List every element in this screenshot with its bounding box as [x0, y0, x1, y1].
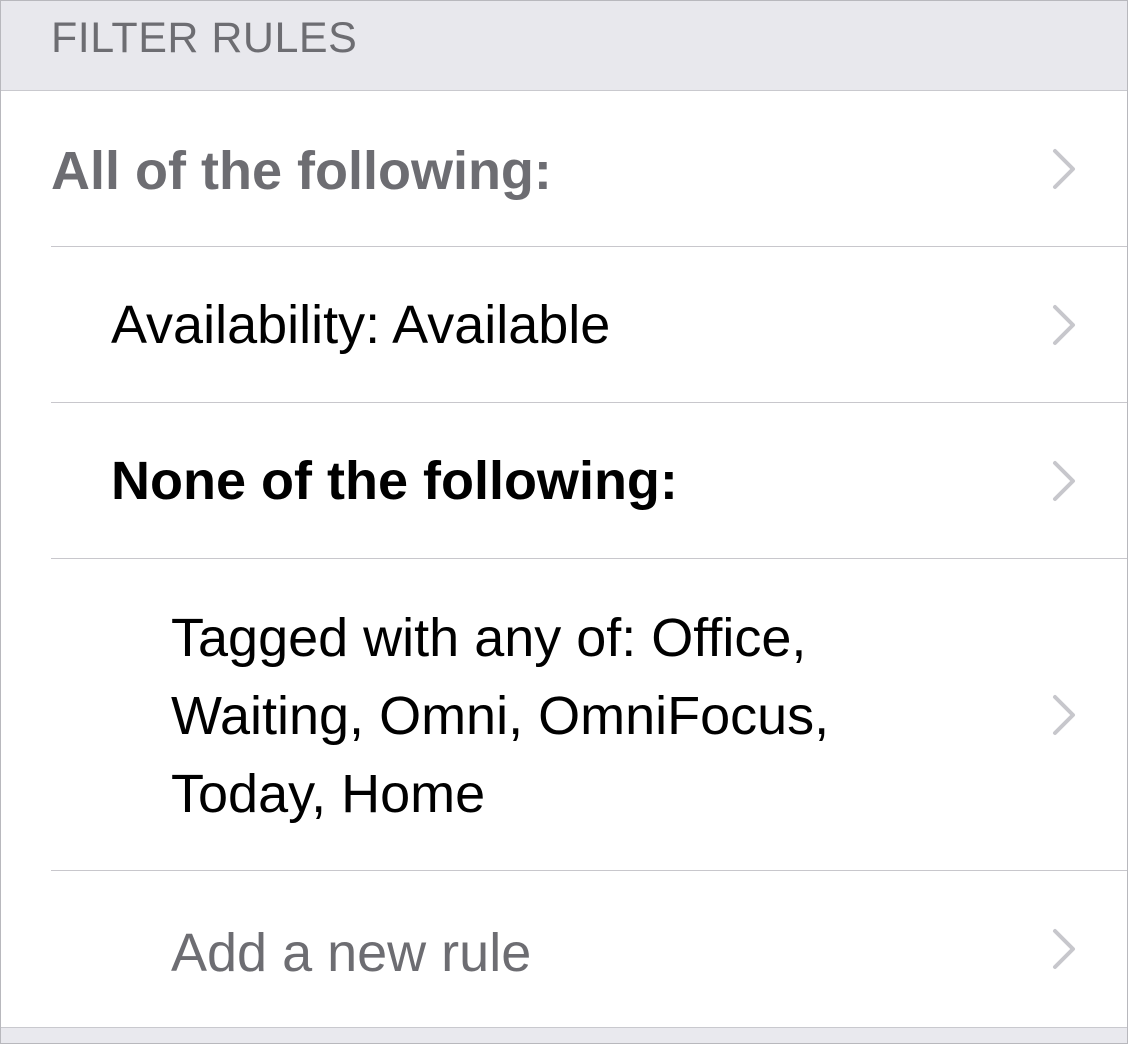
rule-label: None of the following: — [111, 451, 678, 511]
chevron-right-icon — [1053, 929, 1075, 969]
chevron-right-icon — [1053, 305, 1075, 345]
rule-label: Tagged with any of: Office, Waiting, Omn… — [171, 608, 830, 824]
section-header-title: FILTER RULES — [51, 14, 358, 62]
rule-row-availability[interactable]: Availability: Available — [1, 247, 1127, 403]
rule-label: Add a new rule — [171, 923, 532, 983]
filter-rules-list: All of the following: Availability: Avai… — [1, 91, 1127, 1028]
chevron-right-icon — [1053, 695, 1075, 735]
chevron-right-icon — [1053, 149, 1075, 189]
add-new-rule-button[interactable]: Add a new rule — [1, 871, 1127, 1027]
rule-row-none-of-the-following[interactable]: None of the following: — [1, 403, 1127, 559]
rule-label: All of the following: — [51, 141, 552, 201]
filter-rules-panel: FILTER RULES All of the following: Avail… — [0, 0, 1128, 1044]
rule-row-tagged-with[interactable]: Tagged with any of: Office, Waiting, Omn… — [1, 559, 1127, 871]
chevron-right-icon — [1053, 461, 1075, 501]
rule-row-all-of-the-following[interactable]: All of the following: — [1, 91, 1127, 247]
rule-label: Availability: Available — [111, 295, 611, 355]
section-header: FILTER RULES — [1, 1, 1127, 91]
